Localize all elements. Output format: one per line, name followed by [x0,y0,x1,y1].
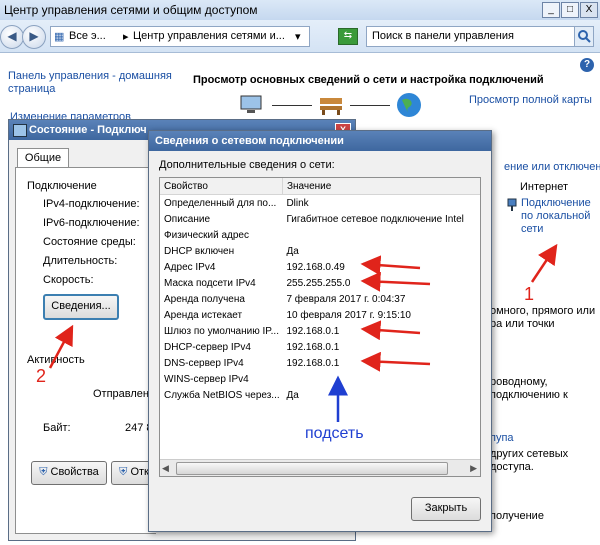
annotation-subnet: подсеть [305,425,364,442]
red-arrow-dns [360,351,431,372]
red-arrow-details [48,324,74,369]
annotation-number-2: 2 [36,366,47,386]
red-arrow-ip [360,255,421,276]
annotation-arrows [48,243,558,422]
red-arrow-mask [360,271,431,292]
red-arrow-lan [530,243,558,283]
red-arrow-gateway [360,320,421,341]
annotation-number-1: 1 [524,284,535,304]
